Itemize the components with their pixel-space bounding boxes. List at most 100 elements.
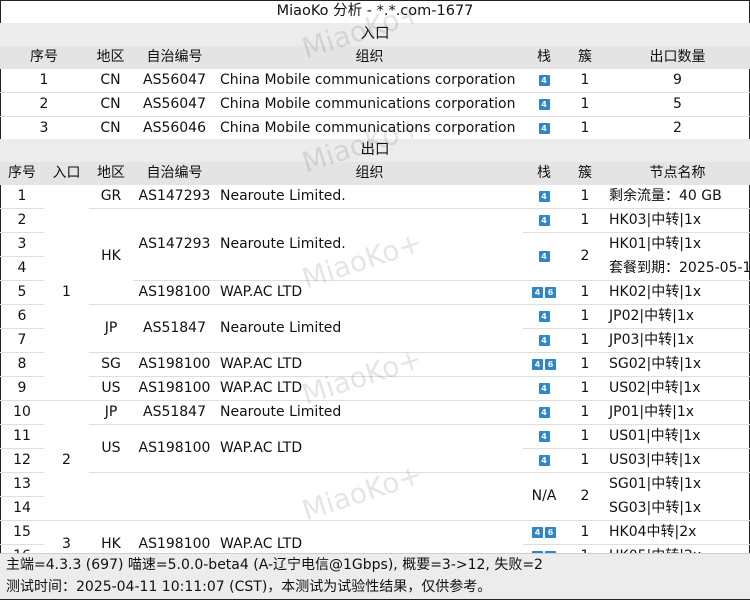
table-row: 8 SG AS198100 WAP.AC LTD 46 1 SG02|中转|1x [0,352,750,377]
col-header-stack: 栈 [523,162,565,185]
cell-cluster: 1 [565,448,605,473]
cell-node: HK03|中转|1x [605,208,750,233]
col-header-cluster: 簇 [565,46,605,69]
col-header-region: 地区 [89,162,133,185]
cell-org: WAP.AC LTD [216,424,523,473]
ipv4-badge-icon: 4 [538,214,550,226]
table-row: 11 US AS198100 WAP.AC LTD 4 1 US01|中转|1x [0,424,750,473]
cell-node: US03|中转|1x [605,448,750,473]
col-header-org: 组织 [216,46,523,69]
cell-cluster: 1 [565,280,605,305]
cell-node: JP03|中转|1x [605,328,750,353]
cell-cluster: 1 [565,92,605,117]
cell-no: 8 [0,352,44,377]
cell-no: 15 [0,520,44,545]
col-header-stack: 栈 [523,46,565,69]
cell-cluster: 1 [565,208,605,233]
cell-entry: 2 [44,400,89,521]
ipv4-badge-icon: 4 [538,454,550,466]
cell-no: 13 [0,472,44,497]
cell-org: China Mobile communications corporation [216,92,523,117]
inbound-table: 序号 地区 自治编号 组织 栈 簇 出口数量 1 CN AS56047 Chin… [0,46,750,140]
cell-asn: AS198100 [133,376,216,401]
cell-entry: 1 [44,185,89,401]
cell-no: 5 [0,280,44,305]
cell-asn: AS198100 [133,280,216,305]
cell-cluster: 1 [565,376,605,401]
col-header-org: 组织 [216,162,523,185]
cell-no: 2 [0,92,88,117]
ipv4-badge-icon: 4 [538,310,550,322]
cell-stack: 4 [523,232,565,281]
cell-no: 10 [0,400,44,425]
col-header-no: 序号 [0,162,44,185]
table-row: 10 2 JP AS51847 Nearoute Limited 4 1 JP0… [0,400,750,521]
table-row: 9 US AS198100 WAP.AC LTD 4 1 US02|中转|1x [0,376,750,401]
cell-org: Nearoute Limited. [216,185,523,209]
cell-stack: 4 [523,424,565,449]
cell-stack: 4 [523,304,565,329]
cell-no: 1 [0,69,88,93]
cell-node: SG02|中转|1x [605,352,750,377]
cell-asn: AS147293 [133,185,216,209]
cell-node: SG03|中转|1x [605,496,750,521]
report-title: MiaoKo 分析 - *.*.com-1677 [0,0,750,24]
col-header-cluster: 簇 [565,162,605,185]
cell-asn: AS56047 [133,69,216,93]
cell-cluster: 1 [580,120,590,136]
cell-cluster: 1 [565,304,605,329]
cell-no: 3 [0,232,44,257]
cell-stack: 4 [523,400,565,425]
cell-cluster: 1 [565,328,605,353]
cell-org: China Mobile communications corporation [220,120,516,136]
cell-stack: 4 [523,448,565,473]
ipv4-badge-icon: 4 [538,430,550,442]
table-row: 3 CN AS56046 China Mobile communications… [0,117,750,141]
col-header-count: 出口数量 [605,46,750,69]
cell-org: WAP.AC LTD [216,376,523,401]
cell-cluster: 2 [565,232,605,281]
ipv4-badge-icon: 4 [538,98,550,110]
ipv6-badge-icon: 6 [545,358,556,370]
footer-test-time: 测试时间：2025-04-11 10:11:07 (CST)，本测试为试验性结果… [0,576,750,599]
cell-cluster: 1 [565,520,605,545]
cell-asn: AS51847 [133,400,216,425]
cell-node: HK04中转|2x [605,520,750,545]
table-row: 15 3 HK AS198100 WAP.AC LTD 46 1 HK04中转|… [0,520,750,552]
cell-no: 4 [0,256,44,281]
ipv4-badge-icon: 4 [538,382,550,394]
cell-stack: 4 [523,117,565,141]
cell-asn: AS56046 [143,120,206,136]
cell-no: 11 [0,424,44,449]
cell-cluster: 1 [565,185,605,209]
cell-cluster: 1 [565,352,605,377]
cell-region: CN [88,69,133,93]
cell-no: 7 [0,328,44,353]
cell-asn: AS56047 [133,92,216,117]
cell-stack: 46 [523,520,565,545]
col-header-no: 序号 [0,46,88,69]
cell-stack: 4 [523,208,565,233]
ipv4-badge-icon: 4 [538,250,550,262]
cell-cluster: 1 [565,69,605,93]
cell-region: JP [89,304,133,353]
ipv4-badge-icon: 4 [532,286,543,298]
cell-stack: 4 [523,69,565,93]
cell-region: CN [88,92,133,117]
ipv4-badge-icon: 4 [538,122,550,134]
cell-node: JP02|中转|1x [605,304,750,329]
cell-node: US01|中转|1x [605,424,750,449]
inbound-section-label: 入口 [0,23,750,46]
cell-cluster: 2 [565,472,605,521]
cell-org: WAP.AC LTD [216,352,523,377]
cell-region: US [89,424,133,473]
cell-asn: AS198100 [133,424,216,473]
ipv4-badge-icon: 4 [538,190,550,202]
cell-region: SG [89,352,133,377]
cell-node: HK01|中转|1x [609,236,702,253]
cell-asn: AS51847 [133,304,216,353]
col-header-node: 节点名称 [605,162,750,185]
ipv6-badge-icon: 6 [545,286,556,298]
ipv4-badge-icon: 4 [538,74,550,86]
col-header-asn: 自治编号 [133,46,216,69]
